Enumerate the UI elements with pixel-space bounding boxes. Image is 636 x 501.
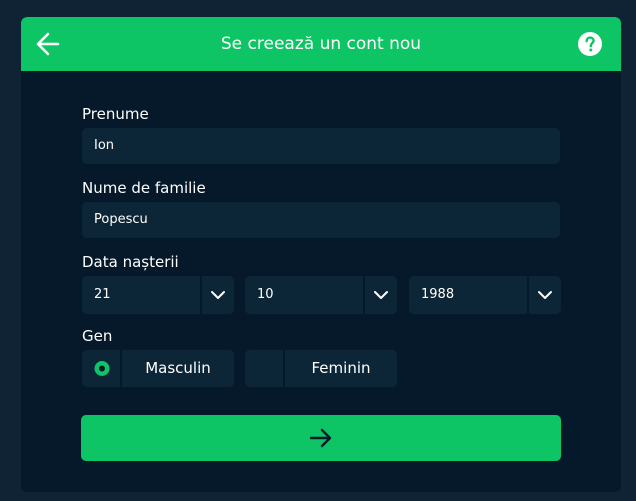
birth-month-select[interactable]: 10 [245, 276, 397, 314]
gender-option-male[interactable]: Masculin [82, 350, 234, 387]
chevron-down-icon [538, 291, 552, 299]
birth-month-value: 10 [257, 287, 274, 302]
gender-option-female[interactable]: Feminin [245, 350, 397, 387]
birth-day-value: 21 [94, 287, 111, 302]
arrow-right-icon [309, 428, 332, 448]
help-circle-icon [578, 32, 602, 56]
help-button[interactable] [578, 32, 602, 56]
page-title: Se creează un cont nou [220, 34, 422, 54]
radio-selected-indicator [82, 350, 122, 387]
chevron-down-icon [211, 291, 225, 299]
radio-unselected-indicator [245, 350, 285, 387]
header-bar: Se creează un cont nou [21, 17, 621, 71]
birth-date-label: Data nașterii [82, 253, 179, 271]
gender-label: Gen [82, 327, 113, 345]
radio-checked-icon [94, 361, 110, 376]
birth-year-select[interactable]: 1988 [409, 276, 561, 314]
continue-button[interactable] [81, 415, 561, 461]
birth-month-dropdown-toggle[interactable] [363, 276, 397, 314]
chevron-down-icon [374, 291, 388, 299]
create-account-panel: Se creează un cont nou Prenume Ion Nume … [21, 17, 621, 492]
birth-day-dropdown-toggle[interactable] [200, 276, 234, 314]
gender-option-female-label: Feminin [311, 359, 371, 377]
last-name-label: Nume de familie [82, 179, 206, 197]
first-name-label: Prenume [82, 105, 149, 123]
last-name-field[interactable]: Popescu [82, 202, 560, 238]
first-name-field[interactable]: Ion [82, 128, 560, 164]
birth-year-value: 1988 [421, 287, 455, 302]
birth-year-dropdown-toggle[interactable] [527, 276, 561, 314]
gender-option-male-label: Masculin [145, 359, 211, 377]
birth-day-select[interactable]: 21 [82, 276, 234, 314]
